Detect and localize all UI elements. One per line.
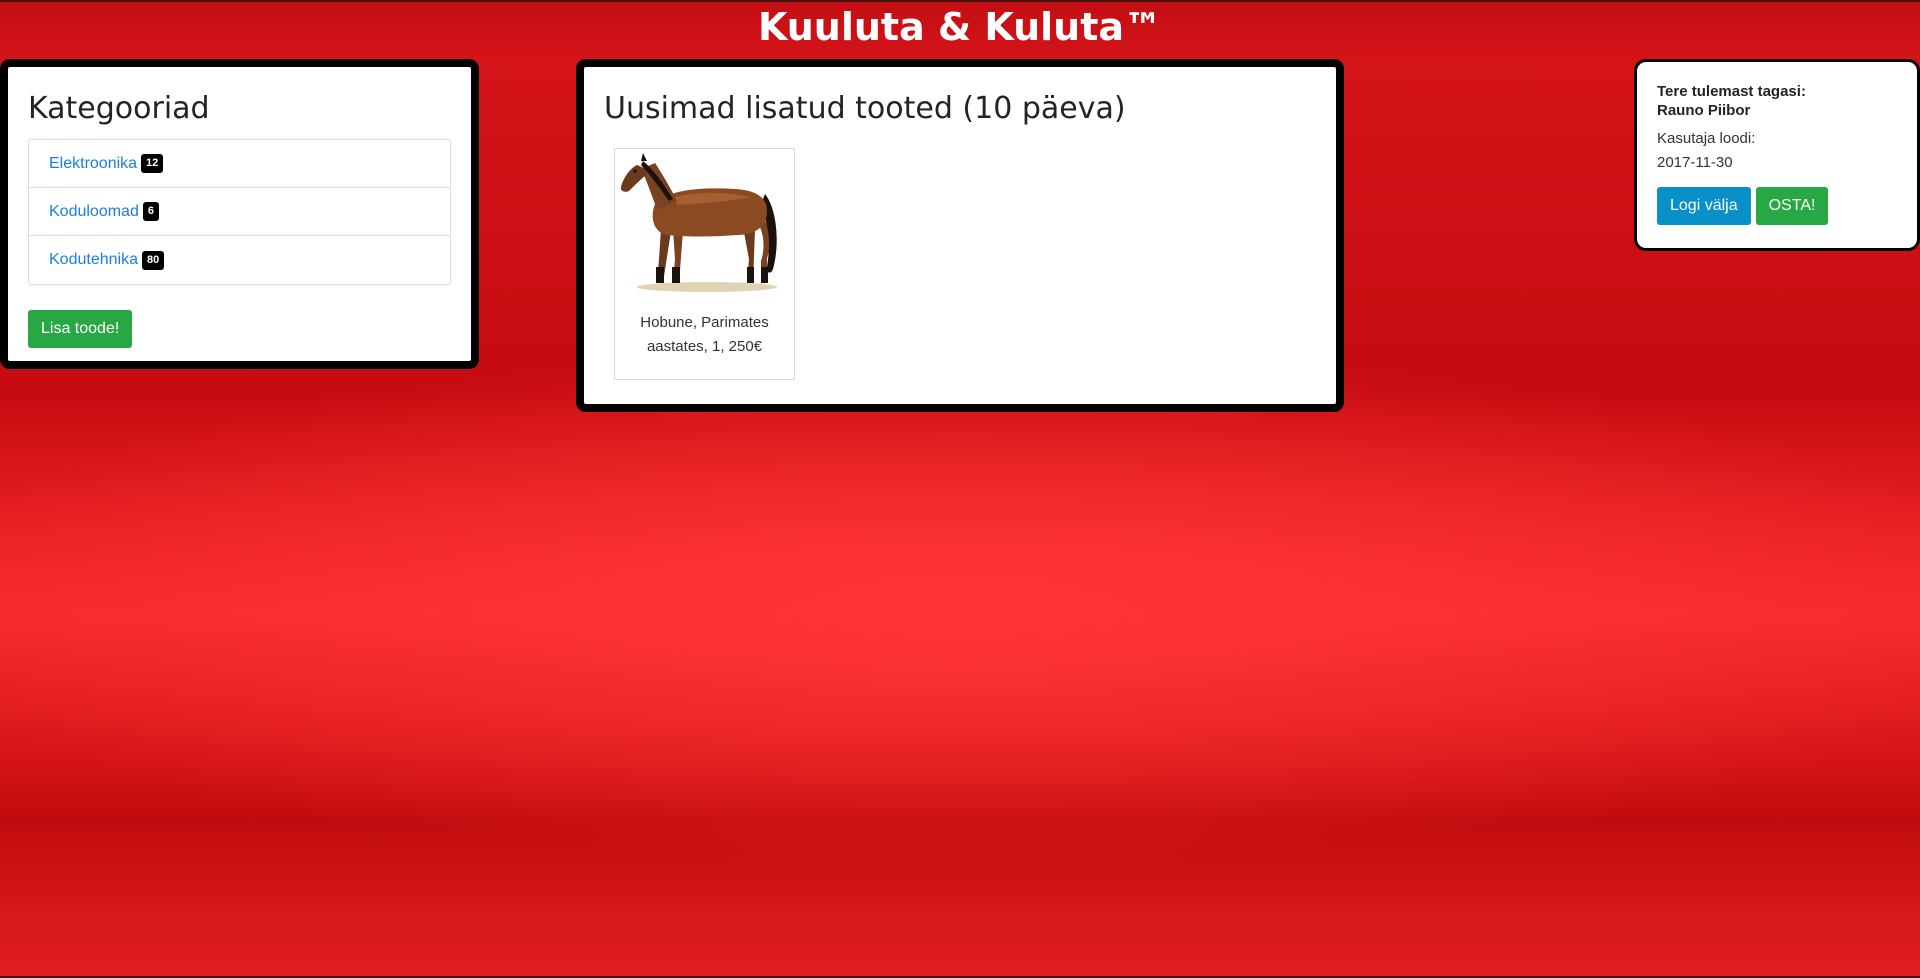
product-caption: Hobune, Parimates aastates, 1, 250€ xyxy=(640,314,769,355)
user-actions: Logi välja OSTA! xyxy=(1657,187,1897,225)
category-link-elektroonika[interactable]: Elektroonika xyxy=(49,155,137,173)
new-products-title: Uusimad lisatud tooted (10 päeva) xyxy=(604,91,1126,126)
categories-panel: Kategooriad Elektroonika 12 Koduloomad 6… xyxy=(0,59,479,369)
category-link-kodutehnika[interactable]: Kodutehnika xyxy=(49,251,138,269)
category-list: Elektroonika 12 Koduloomad 6 Kodutehnika… xyxy=(28,139,451,285)
user-panel: Tere tulemast tagasi: Rauno Piibor Kasut… xyxy=(1634,59,1920,251)
user-name: Rauno Piibor xyxy=(1657,102,1751,119)
categories-title: Kategooriad xyxy=(28,91,210,126)
new-products-panel: Uusimad lisatud tooted (10 päeva) Hobune… xyxy=(576,59,1344,412)
account-created-label: Kasutaja loodi: xyxy=(1657,130,1756,147)
category-count-badge: 80 xyxy=(141,250,165,270)
category-item-elektroonika: Elektroonika 12 xyxy=(29,140,450,188)
logout-button[interactable]: Logi välja xyxy=(1657,187,1751,225)
account-created-date: 2017-11-30 xyxy=(1657,154,1733,171)
buy-button[interactable]: OSTA! xyxy=(1755,187,1829,225)
category-count-badge: 6 xyxy=(142,202,159,221)
category-item-koduloomad: Koduloomad 6 xyxy=(29,188,450,236)
welcome-greeting: Tere tulemast tagasi: xyxy=(1657,83,1806,100)
category-count-badge: 12 xyxy=(141,154,164,173)
add-product-button[interactable]: Lisa toode! xyxy=(28,310,133,348)
category-link-koduloomad[interactable]: Koduloomad xyxy=(49,203,139,221)
category-item-kodutehnika: Kodutehnika 80 xyxy=(29,236,450,284)
horse-image xyxy=(615,149,794,299)
site-title: Kuuluta & Kuluta™ xyxy=(757,5,1163,49)
product-card[interactable]: Hobune, Parimates aastates, 1, 250€ xyxy=(614,148,795,380)
